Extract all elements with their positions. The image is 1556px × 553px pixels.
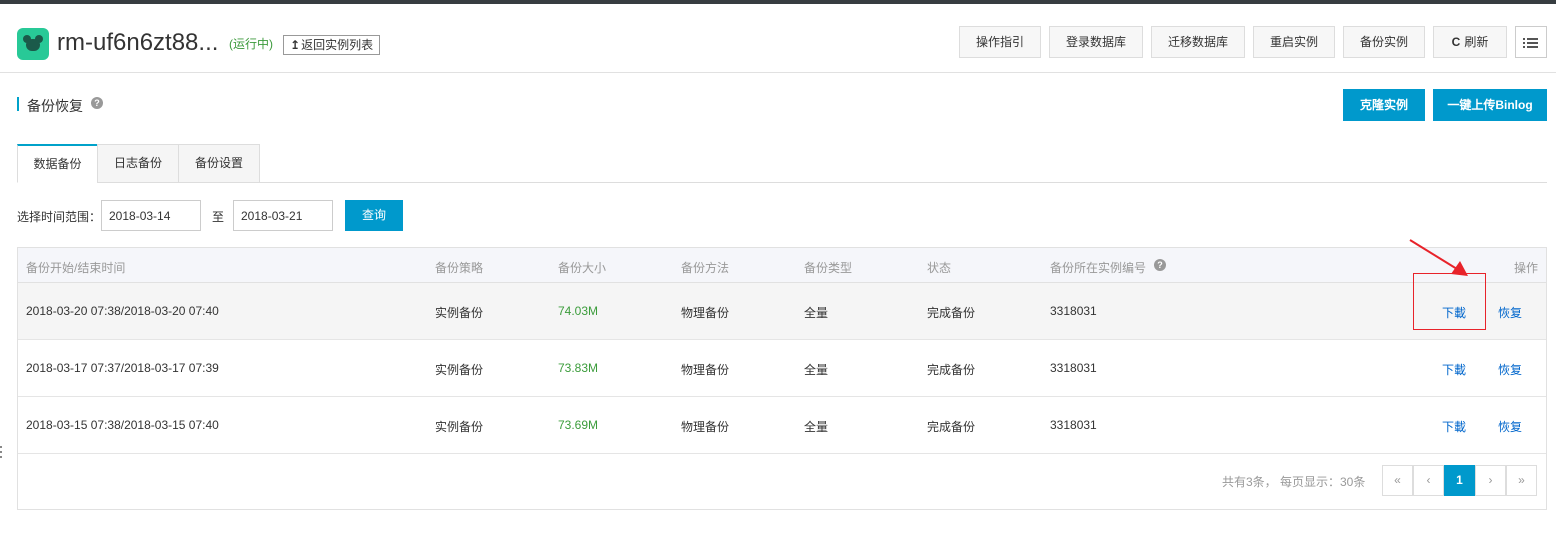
date-separator: 至 [212, 210, 225, 224]
pagination-info: 共有3条， 每页显示：30条 [1222, 475, 1366, 489]
instance-title: rm-uf6n6zt88... [57, 29, 219, 56]
cell-time: 2018-03-15 07:38/2018-03-15 07:40 [26, 418, 219, 432]
instance-no-help-icon[interactable]: ? [1154, 259, 1166, 271]
upload-binlog-button[interactable]: 一键上传Binlog [1433, 89, 1547, 121]
cell-time: 2018-03-20 07:38/2018-03-20 07:40 [26, 304, 219, 318]
col-size: 备份大小 [558, 261, 607, 275]
cell-time: 2018-03-17 07:37/2018-03-17 07:39 [26, 361, 219, 375]
refresh-label: 刷新 [1464, 35, 1489, 49]
annotation-arrow-icon [1409, 239, 1468, 276]
cell-status: 完成备份 [927, 420, 976, 434]
download-link[interactable]: 下載 [1442, 361, 1466, 378]
table-row: 2018-03-15 07:38/2018-03-15 07:40 实例备份 7… [18, 397, 1546, 454]
table-row: 2018-03-17 07:37/2018-03-17 07:39 实例备份 7… [18, 340, 1546, 397]
time-range-label: 选择时间范围： [17, 210, 102, 224]
end-date-input[interactable] [233, 200, 333, 231]
section-title: 备份恢复 [27, 98, 83, 114]
table-header: 备份开始/结束时间 备份策略 备份大小 备份方法 备份类型 状态 备份所在实例编… [18, 248, 1546, 283]
cell-instance-no: 3318031 [1050, 418, 1097, 432]
cell-policy: 实例备份 [435, 363, 484, 377]
cell-instance-no: 3318031 [1050, 361, 1097, 375]
first-page-button[interactable]: « [1382, 465, 1413, 496]
restore-link[interactable]: 恢复 [1498, 418, 1522, 435]
cell-instance-no: 3318031 [1050, 304, 1097, 318]
rds-logo-icon [17, 28, 49, 60]
current-page-button[interactable]: 1 [1444, 465, 1475, 496]
refresh-button[interactable]: C 刷新 [1433, 26, 1507, 58]
backup-table: 备份开始/结束时间 备份策略 备份大小 备份方法 备份类型 状态 备份所在实例编… [17, 247, 1547, 510]
col-instance-no: 备份所在实例编号 [1050, 261, 1147, 275]
cell-method: 物理备份 [681, 363, 730, 377]
col-type: 备份类型 [804, 261, 853, 275]
guide-button[interactable]: 操作指引 [959, 26, 1041, 58]
cell-type: 全量 [804, 363, 829, 377]
table-row: 2018-03-20 07:38/2018-03-20 07:40 实例备份 7… [18, 283, 1546, 340]
prev-page-button[interactable]: ‹ [1413, 465, 1444, 496]
cell-method: 物理备份 [681, 306, 730, 320]
refresh-icon: C [1451, 35, 1461, 49]
next-page-button[interactable]: › [1475, 465, 1506, 496]
backup-instance-button[interactable]: 备份实例 [1343, 26, 1425, 58]
cell-method: 物理备份 [681, 420, 730, 434]
col-action: 操作 [1514, 261, 1539, 275]
restore-link[interactable]: 恢复 [1498, 304, 1522, 321]
back-to-list-label: 返回实例列表 [301, 38, 374, 52]
col-status: 状态 [927, 261, 952, 275]
cell-type: 全量 [804, 306, 829, 320]
clone-instance-button[interactable]: 克隆实例 [1343, 89, 1425, 121]
cell-size: 73.69M [558, 418, 599, 432]
cell-type: 全量 [804, 420, 829, 434]
login-db-button[interactable]: 登录数据库 [1049, 26, 1143, 58]
restore-link[interactable]: 恢复 [1498, 361, 1522, 378]
last-page-button[interactable]: » [1506, 465, 1537, 496]
download-link[interactable]: 下載 [1442, 418, 1466, 435]
cell-size: 73.83M [558, 361, 599, 375]
back-to-list-button[interactable]: ↥返回实例列表 [283, 35, 381, 55]
section-marker [17, 97, 19, 111]
restart-instance-button[interactable]: 重启实例 [1253, 26, 1335, 58]
cell-status: 完成备份 [927, 363, 976, 377]
query-button[interactable]: 查询 [345, 200, 403, 231]
start-date-input[interactable] [101, 200, 201, 231]
help-icon[interactable]: ? [91, 97, 103, 109]
col-time: 备份开始/结束时间 [26, 261, 126, 275]
tab-data-backup[interactable]: 数据备份 [17, 144, 98, 183]
instance-header: rm-uf6n6zt88... (运行中) ↥返回实例列表 操作指引 登录数据库… [0, 4, 1556, 73]
cell-policy: 实例备份 [435, 420, 484, 434]
col-method: 备份方法 [681, 261, 730, 275]
list-view-button[interactable] [1515, 26, 1547, 58]
cell-status: 完成备份 [927, 306, 976, 320]
col-policy: 备份策略 [435, 261, 484, 275]
tab-log-backup[interactable]: 日志备份 [97, 144, 179, 183]
back-arrow-icon: ↥ [290, 38, 301, 52]
cell-policy: 实例备份 [435, 306, 484, 320]
tab-backup-settings[interactable]: 备份设置 [178, 144, 260, 183]
migrate-db-button[interactable]: 迁移数据库 [1151, 26, 1245, 58]
run-status: (运行中) [229, 37, 273, 51]
drag-handle-icon[interactable] [0, 446, 3, 460]
cell-size: 74.03M [558, 304, 599, 318]
